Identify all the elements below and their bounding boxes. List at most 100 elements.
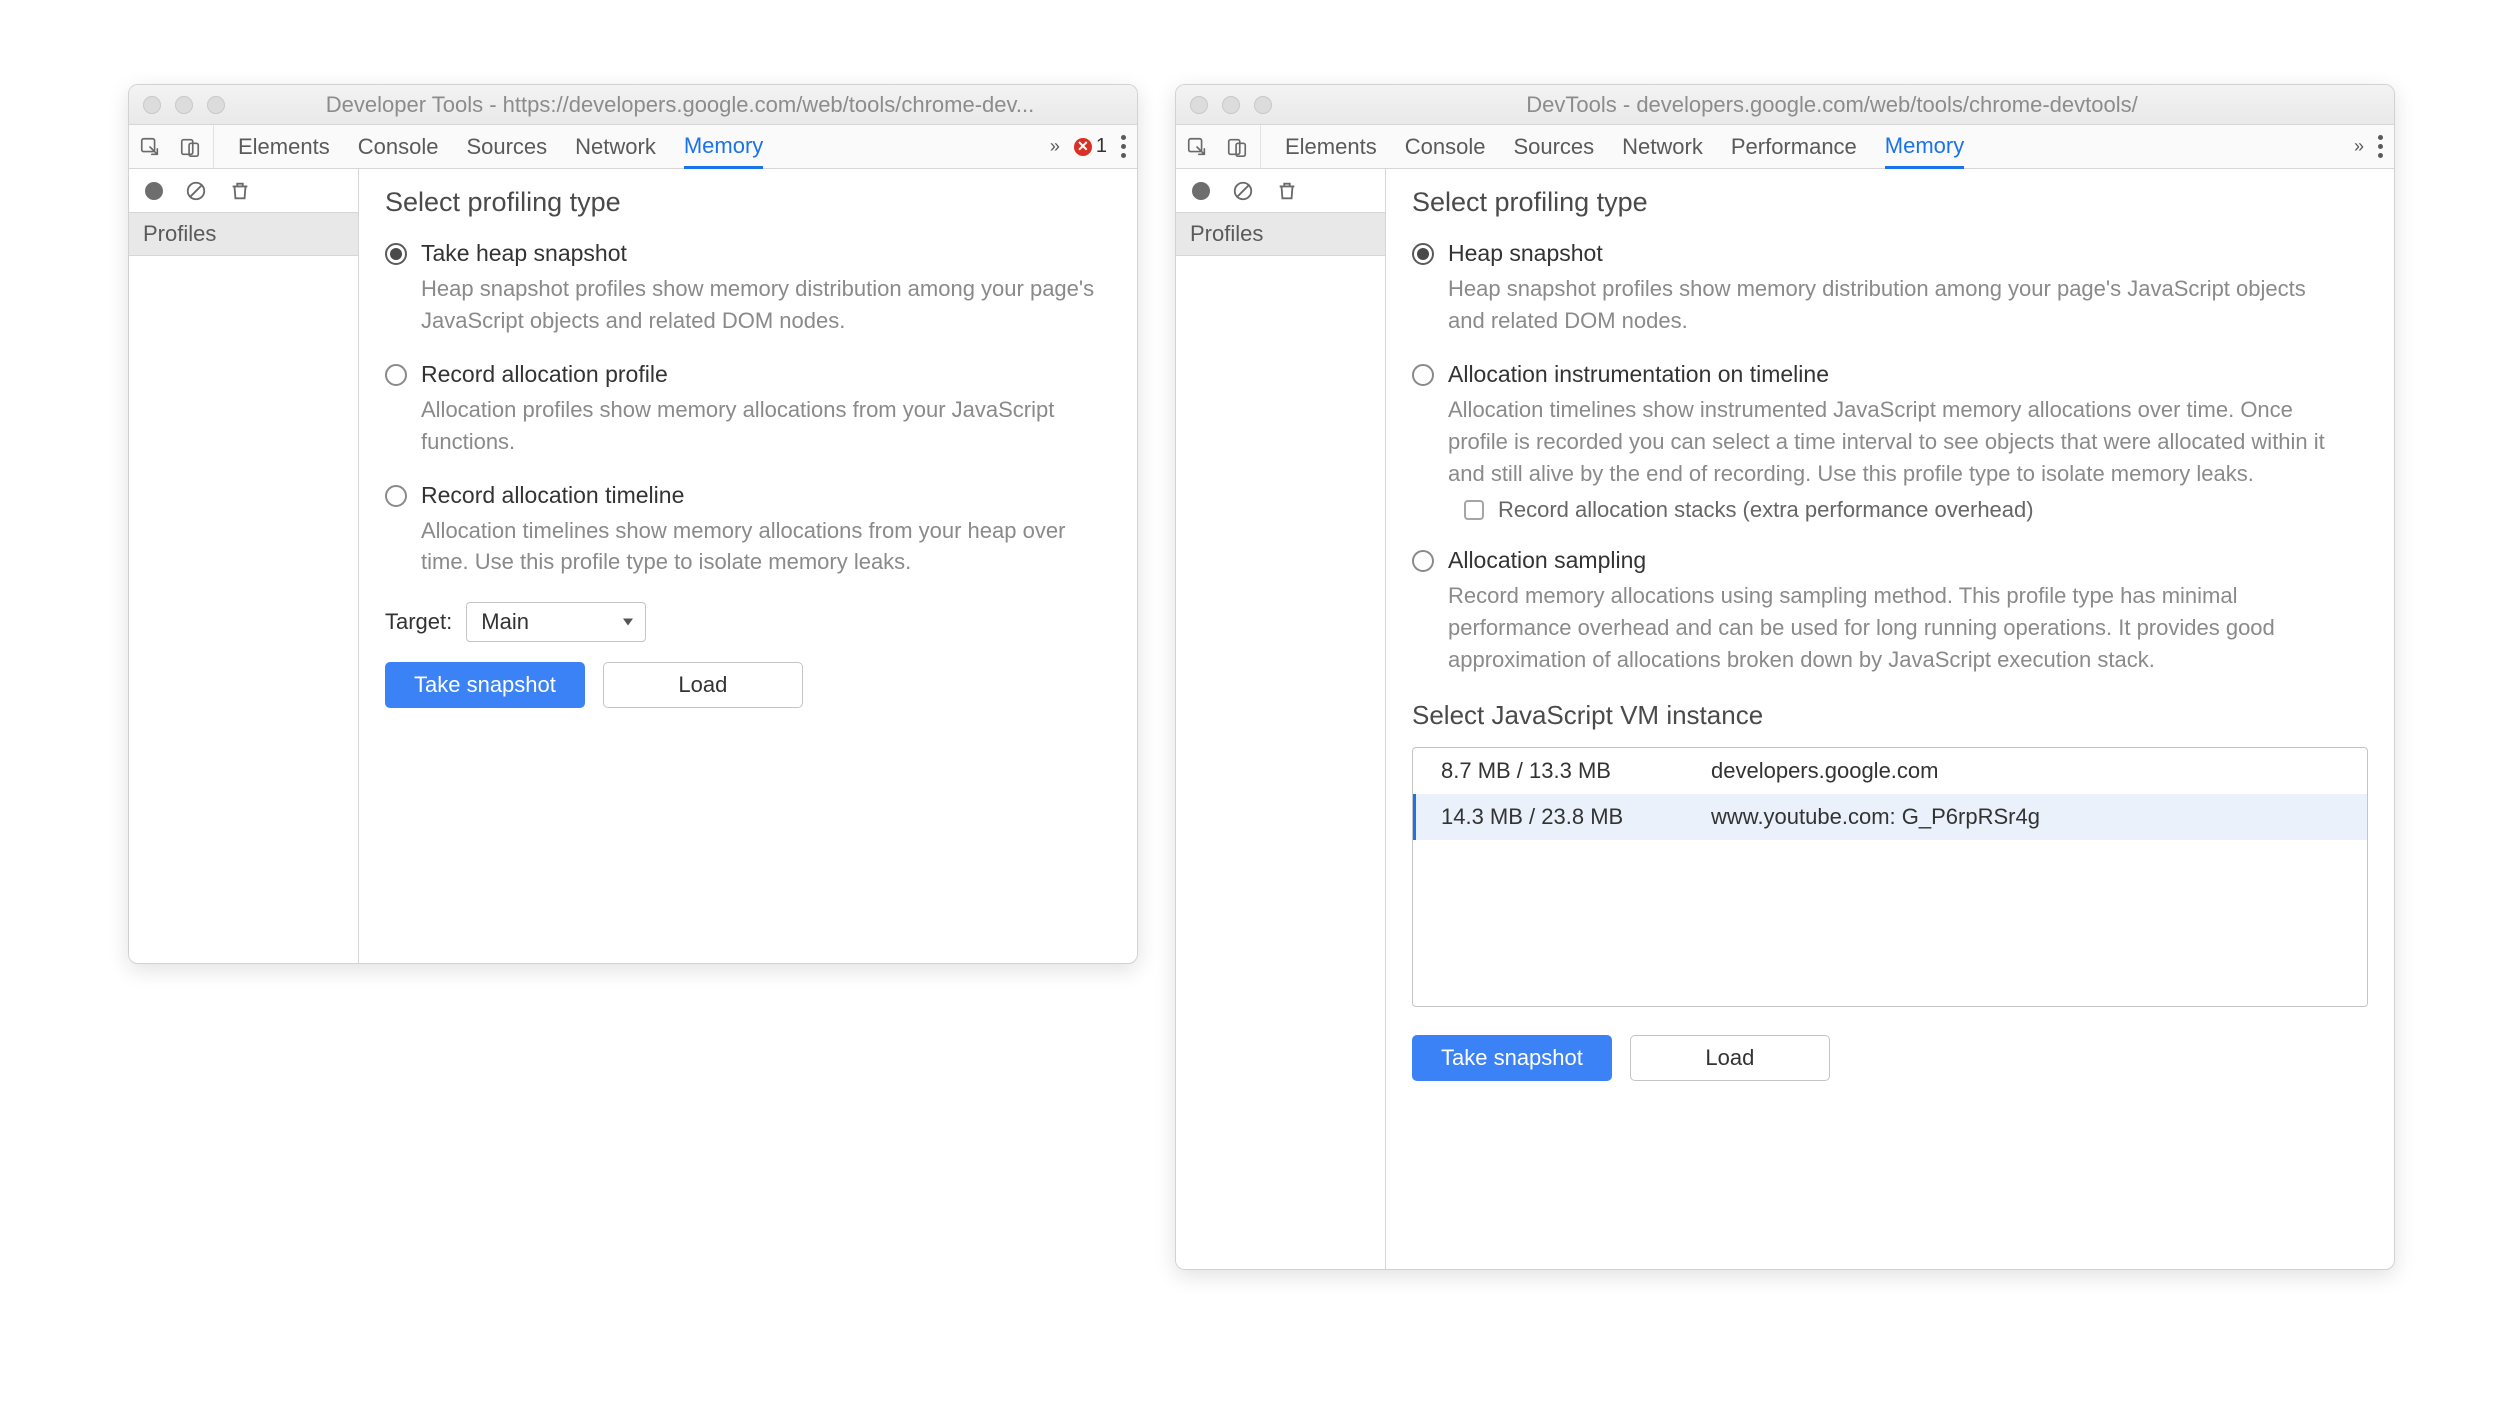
tabs: Elements Console Sources Network Perform… bbox=[1269, 125, 1964, 168]
trash-icon[interactable] bbox=[229, 180, 251, 202]
button-row: Take snapshot Load bbox=[1412, 1035, 2368, 1081]
tab-console[interactable]: Console bbox=[1405, 125, 1486, 168]
titlebar: Developer Tools - https://developers.goo… bbox=[129, 85, 1137, 125]
devtools-tabbar: Elements Console Sources Network Memory … bbox=[129, 125, 1137, 169]
tab-memory[interactable]: Memory bbox=[1885, 126, 1964, 169]
tab-sources[interactable]: Sources bbox=[466, 125, 547, 168]
more-tabs-icon[interactable]: » bbox=[1050, 136, 1060, 157]
clear-icon[interactable] bbox=[1232, 180, 1254, 202]
tab-elements[interactable]: Elements bbox=[238, 125, 330, 168]
radio-icon[interactable] bbox=[1412, 364, 1434, 386]
target-label: Target: bbox=[385, 609, 452, 635]
error-icon: ✕ bbox=[1074, 138, 1092, 156]
option-desc: Allocation timelines show instrumented J… bbox=[1448, 394, 2348, 490]
button-row: Take snapshot Load bbox=[385, 662, 1111, 708]
option-heap-snapshot[interactable]: Take heap snapshot Heap snapshot profile… bbox=[385, 240, 1111, 337]
vm-row[interactable]: 14.3 MB / 23.8 MB www.youtube.com: G_P6r… bbox=[1413, 794, 2367, 840]
traffic-zoom[interactable] bbox=[1254, 96, 1272, 114]
checkbox-label: Record allocation stacks (extra performa… bbox=[1498, 497, 2034, 523]
tab-network[interactable]: Network bbox=[575, 125, 656, 168]
option-desc: Heap snapshot profiles show memory distr… bbox=[421, 273, 1111, 337]
inspect-icon[interactable] bbox=[139, 136, 161, 158]
sidebar-toolbar bbox=[1176, 169, 1385, 213]
option-label: Heap snapshot bbox=[1448, 240, 1603, 266]
sidebar-header: Profiles bbox=[129, 213, 358, 256]
take-snapshot-button[interactable]: Take snapshot bbox=[1412, 1035, 1612, 1081]
heading-select-profiling-type: Select profiling type bbox=[385, 187, 1111, 218]
option-desc: Heap snapshot profiles show memory distr… bbox=[1448, 273, 2348, 337]
option-desc: Allocation timelines show memory allocat… bbox=[421, 515, 1111, 579]
option-allocation-timeline[interactable]: Record allocation timeline Allocation ti… bbox=[385, 482, 1111, 579]
option-allocation-sampling[interactable]: Allocation sampling Record memory alloca… bbox=[1412, 547, 2368, 676]
radio-icon[interactable] bbox=[385, 243, 407, 265]
device-toggle-icon[interactable] bbox=[179, 136, 201, 158]
checkbox-icon[interactable] bbox=[1464, 500, 1484, 520]
clear-icon[interactable] bbox=[185, 180, 207, 202]
option-label: Allocation sampling bbox=[1448, 547, 1646, 573]
traffic-minimize[interactable] bbox=[1222, 96, 1240, 114]
vm-memory: 8.7 MB / 13.3 MB bbox=[1441, 758, 1671, 784]
option-label: Record allocation profile bbox=[421, 361, 668, 387]
option-desc: Record memory allocations using sampling… bbox=[1448, 580, 2348, 676]
traffic-zoom[interactable] bbox=[207, 96, 225, 114]
trash-icon[interactable] bbox=[1276, 180, 1298, 202]
error-count: 1 bbox=[1096, 135, 1107, 158]
record-icon[interactable] bbox=[1192, 182, 1210, 200]
vm-row[interactable]: 8.7 MB / 13.3 MB developers.google.com bbox=[1413, 748, 2367, 794]
load-button[interactable]: Load bbox=[1630, 1035, 1830, 1081]
tab-memory[interactable]: Memory bbox=[684, 126, 763, 169]
devtools-window-left: Developer Tools - https://developers.goo… bbox=[128, 84, 1138, 964]
option-desc: Allocation profiles show memory allocati… bbox=[421, 394, 1111, 458]
devtools-window-right: DevTools - developers.google.com/web/too… bbox=[1175, 84, 2395, 1270]
main-content: Select profiling type Take heap snapshot… bbox=[359, 169, 1137, 963]
titlebar: DevTools - developers.google.com/web/too… bbox=[1176, 85, 2394, 125]
heading-select-vm-instance: Select JavaScript VM instance bbox=[1412, 700, 2368, 731]
take-snapshot-button[interactable]: Take snapshot bbox=[385, 662, 585, 708]
heading-select-profiling-type: Select profiling type bbox=[1412, 187, 2368, 218]
radio-icon[interactable] bbox=[385, 364, 407, 386]
main-content: Select profiling type Heap snapshot Heap… bbox=[1386, 169, 2394, 1269]
settings-kebab[interactable] bbox=[1121, 135, 1127, 158]
load-button[interactable]: Load bbox=[603, 662, 803, 708]
target-select[interactable]: Main bbox=[466, 602, 646, 642]
option-label: Record allocation timeline bbox=[421, 482, 684, 508]
traffic-minimize[interactable] bbox=[175, 96, 193, 114]
radio-icon[interactable] bbox=[1412, 550, 1434, 572]
option-label: Take heap snapshot bbox=[421, 240, 627, 266]
option-heap-snapshot[interactable]: Heap snapshot Heap snapshot profiles sho… bbox=[1412, 240, 2368, 337]
vm-origin: developers.google.com bbox=[1711, 758, 1938, 784]
sidebar: Profiles bbox=[129, 169, 359, 963]
traffic-lights bbox=[1190, 96, 1272, 114]
traffic-close[interactable] bbox=[1190, 96, 1208, 114]
tab-performance[interactable]: Performance bbox=[1731, 125, 1857, 168]
radio-icon[interactable] bbox=[385, 485, 407, 507]
radio-icon[interactable] bbox=[1412, 243, 1434, 265]
traffic-close[interactable] bbox=[143, 96, 161, 114]
window-title: DevTools - developers.google.com/web/too… bbox=[1284, 92, 2380, 118]
device-toggle-icon[interactable] bbox=[1226, 136, 1248, 158]
option-allocation-timeline[interactable]: Allocation instrumentation on timeline A… bbox=[1412, 361, 2368, 490]
tab-console[interactable]: Console bbox=[358, 125, 439, 168]
tab-elements[interactable]: Elements bbox=[1285, 125, 1377, 168]
record-allocation-stacks-checkbox[interactable]: Record allocation stacks (extra performa… bbox=[1464, 497, 2368, 523]
window-title: Developer Tools - https://developers.goo… bbox=[237, 92, 1123, 118]
traffic-lights bbox=[143, 96, 225, 114]
vm-instance-list: 8.7 MB / 13.3 MB developers.google.com 1… bbox=[1412, 747, 2368, 1007]
record-icon[interactable] bbox=[145, 182, 163, 200]
target-row: Target: Main bbox=[385, 602, 1111, 642]
vm-memory: 14.3 MB / 23.8 MB bbox=[1441, 804, 1671, 830]
option-allocation-profile[interactable]: Record allocation profile Allocation pro… bbox=[385, 361, 1111, 458]
tabs: Elements Console Sources Network Memory bbox=[222, 125, 763, 168]
panel-body: Profiles Select profiling type Heap snap… bbox=[1176, 169, 2394, 1269]
sidebar-header: Profiles bbox=[1176, 213, 1385, 256]
tab-network[interactable]: Network bbox=[1622, 125, 1703, 168]
devtools-tabbar: Elements Console Sources Network Perform… bbox=[1176, 125, 2394, 169]
error-badge[interactable]: ✕ 1 bbox=[1074, 135, 1107, 158]
tab-sources[interactable]: Sources bbox=[1513, 125, 1594, 168]
panel-body: Profiles Select profiling type Take heap… bbox=[129, 169, 1137, 963]
more-tabs-icon[interactable]: » bbox=[2354, 136, 2364, 157]
sidebar-toolbar bbox=[129, 169, 358, 213]
settings-kebab[interactable] bbox=[2378, 135, 2384, 158]
inspect-icon[interactable] bbox=[1186, 136, 1208, 158]
vm-origin: www.youtube.com: G_P6rpRSr4g bbox=[1711, 804, 2040, 830]
